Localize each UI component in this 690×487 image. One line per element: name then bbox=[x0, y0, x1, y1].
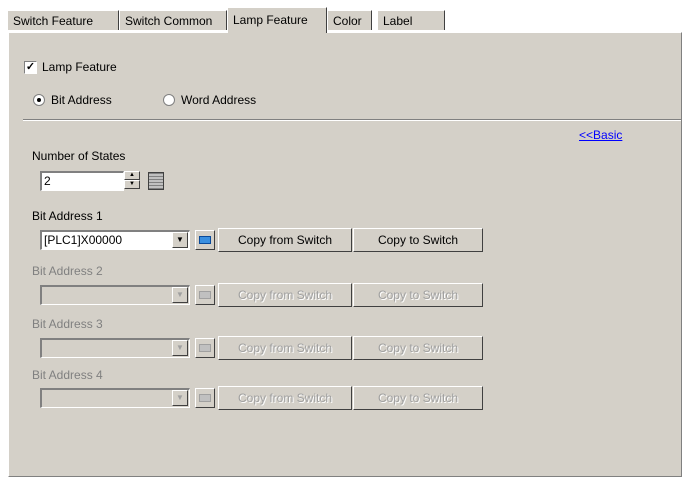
bit-address-3-copy-from-switch-button[interactable]: Copy from Switch bbox=[218, 336, 352, 360]
bit-address-4-input[interactable] bbox=[40, 388, 190, 408]
bit-address-1-copy-from-switch-button[interactable]: Copy from Switch bbox=[218, 228, 352, 252]
lamp-feature-panel: ✓ Lamp Feature Bit Address Word Address … bbox=[8, 32, 682, 477]
number-of-states-label: Number of States bbox=[32, 149, 126, 163]
bit-address-4-label: Bit Address 4 bbox=[32, 368, 103, 382]
lamp-feature-checkbox[interactable]: ✓ bbox=[24, 61, 37, 74]
tab-strip: Switch Feature Switch Common Lamp Featur… bbox=[0, 0, 690, 36]
lamp-feature-label: Lamp Feature bbox=[42, 60, 117, 74]
word-address-radio[interactable] bbox=[163, 94, 175, 106]
word-address-radio-label: Word Address bbox=[181, 93, 257, 107]
bit-address-radio[interactable] bbox=[33, 94, 45, 106]
tab-lamp-feature[interactable]: Lamp Feature bbox=[227, 7, 327, 33]
bit-address-1-dropdown-button[interactable]: ▼ bbox=[172, 232, 188, 248]
number-of-states-input[interactable]: 2 bbox=[40, 171, 124, 191]
bit-address-1-copy-to-switch-button[interactable]: Copy to Switch bbox=[353, 228, 483, 252]
bit-address-1-input[interactable]: [PLC1]X00000 bbox=[40, 230, 190, 250]
bit-address-2-copy-from-switch-button[interactable]: Copy from Switch bbox=[218, 283, 352, 307]
bit-address-3-copy-to-switch-button[interactable]: Copy to Switch bbox=[353, 336, 483, 360]
bit-address-3-input-icon[interactable] bbox=[195, 338, 215, 358]
tab-switch-common[interactable]: Switch Common bbox=[119, 10, 227, 30]
bit-address-1-label: Bit Address 1 bbox=[32, 209, 103, 223]
bit-address-4-copy-from-switch-button[interactable]: Copy from Switch bbox=[218, 386, 352, 410]
bit-address-2-label: Bit Address 2 bbox=[32, 264, 103, 278]
bit-address-4-input-icon[interactable] bbox=[195, 388, 215, 408]
bit-address-radio-label: Bit Address bbox=[51, 93, 112, 107]
bit-address-2-input-icon[interactable] bbox=[195, 285, 215, 305]
basic-link[interactable]: <<Basic bbox=[579, 128, 622, 142]
bit-address-1-input-icon[interactable] bbox=[195, 230, 215, 250]
bit-address-3-dropdown-button[interactable]: ▼ bbox=[172, 340, 188, 356]
bit-address-2-copy-to-switch-button[interactable]: Copy to Switch bbox=[353, 283, 483, 307]
bit-address-3-label: Bit Address 3 bbox=[32, 317, 103, 331]
bit-address-2-input[interactable] bbox=[40, 285, 190, 305]
bit-address-4-dropdown-button[interactable]: ▼ bbox=[172, 390, 188, 406]
bit-address-2-dropdown-button[interactable]: ▼ bbox=[172, 287, 188, 303]
keypad-icon[interactable] bbox=[148, 172, 164, 190]
separator bbox=[23, 119, 681, 121]
bit-address-3-input[interactable] bbox=[40, 338, 190, 358]
tab-switch-feature[interactable]: Switch Feature bbox=[7, 10, 119, 30]
tab-label[interactable]: Label bbox=[377, 10, 445, 30]
tab-color[interactable]: Color bbox=[327, 10, 372, 30]
bit-address-4-copy-to-switch-button[interactable]: Copy to Switch bbox=[353, 386, 483, 410]
spin-up-button[interactable]: ▲ bbox=[124, 171, 140, 180]
spin-down-button[interactable]: ▼ bbox=[124, 180, 140, 189]
